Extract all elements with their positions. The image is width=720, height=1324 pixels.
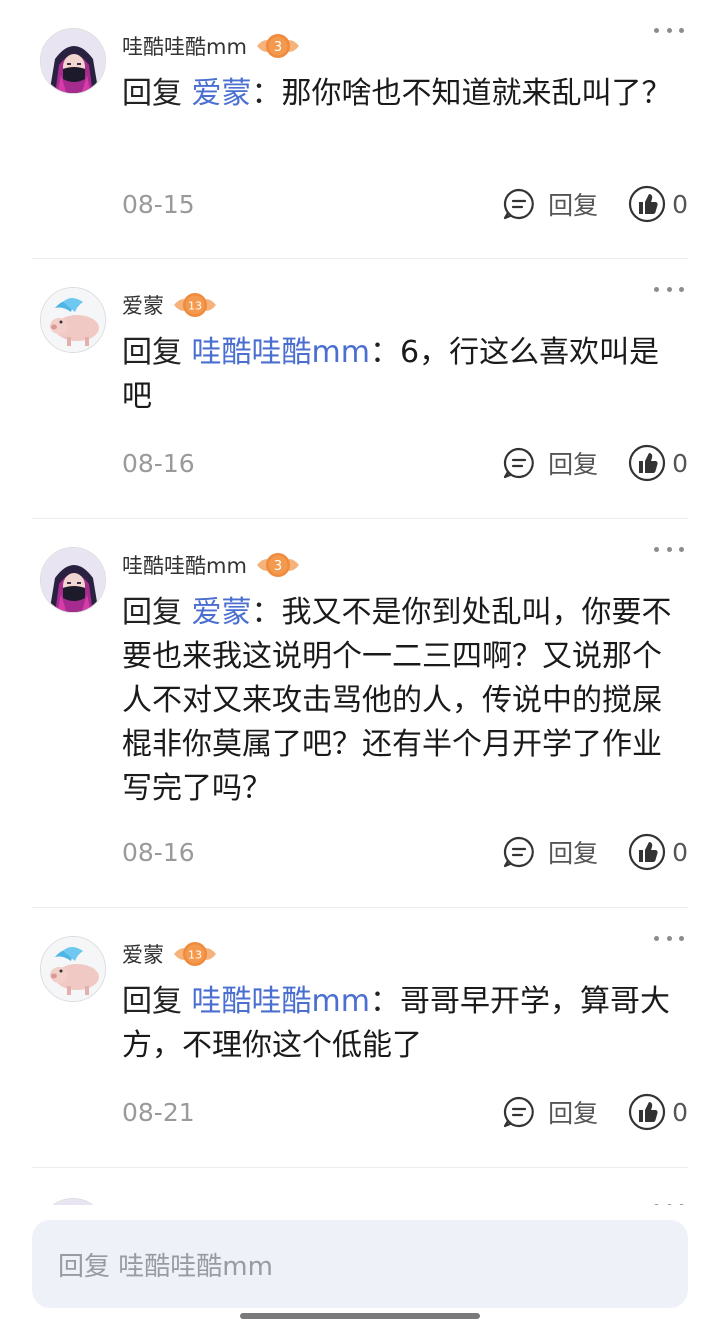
comment-actions: 回复 0 [502, 1093, 688, 1131]
reply-prefix: 回复 [122, 984, 192, 1019]
comment-date: 08-16 [122, 837, 195, 867]
comment-footer: 08-16 回复 0 [122, 443, 688, 483]
svg-text:3: 3 [274, 40, 282, 55]
reply-label: 回复 [548, 839, 599, 868]
username[interactable]: 爱蒙 [122, 290, 164, 320]
username-row: 哇酷哇酷mm 3 [122, 28, 301, 64]
level-badge-icon: 13 [172, 290, 218, 320]
reply-label: 回复 [548, 1099, 599, 1128]
like-count: 0 [672, 448, 688, 478]
comment-footer: 08-16 回复 0 [122, 832, 688, 872]
reply-button[interactable]: 回复 [502, 445, 598, 481]
username-row: 爱蒙 13 [122, 936, 218, 972]
username[interactable]: 哇酷哇酷mm [122, 550, 247, 580]
colon: ： [370, 335, 400, 370]
reply-label: 回复 [548, 450, 599, 479]
home-indicator[interactable] [240, 1313, 480, 1319]
more-options-icon[interactable] [654, 541, 684, 557]
comment-body: 回复 爱蒙：我又不是你到处乱叫，你要不要也来我这说明个一二三四啊？又说那个人不对… [122, 591, 688, 811]
level-badge-icon: 13 [172, 939, 218, 969]
like-count: 0 [672, 189, 688, 219]
comment-body: 回复 哇酷哇酷mm：6，行这么喜欢叫是吧 [122, 331, 688, 419]
comment-item: 哇酷哇酷mm 3 回复 爱蒙：我又不是你到处乱叫，你要不要也来我这说明个一二三四… [32, 519, 688, 908]
username[interactable]: 爱蒙 [122, 939, 164, 969]
reply-button[interactable]: 回复 [502, 1094, 598, 1130]
avatar[interactable] [40, 28, 106, 94]
reply-label: 回复 [548, 191, 599, 220]
reply-button[interactable]: 回复 [502, 186, 598, 222]
comment-body: 回复 爱蒙：那你啥也不知道就来乱叫了？ [122, 72, 688, 116]
username-row: 哇酷哇酷mm 3 [122, 547, 301, 583]
svg-text:13: 13 [188, 300, 202, 313]
comment-actions: 回复 0 [502, 833, 688, 871]
reply-prefix: 回复 [122, 335, 192, 370]
comment-item: 爱蒙 13 回复 哇酷哇酷mm：哥哥早开学，算哥大方，不理你这个低能了 08-2… [32, 908, 688, 1168]
thumbs-up-icon [628, 1093, 666, 1131]
mention-link[interactable]: 哇酷哇酷mm [192, 984, 370, 1019]
reply-icon [503, 1096, 534, 1128]
avatar[interactable] [40, 547, 106, 613]
level-badge-icon: 3 [255, 550, 301, 580]
comment-item: 哇酷哇酷mm 3 回复 爱蒙：那你啥也不知道就来乱叫了？ 08-15 回复 0 [32, 0, 688, 259]
comment-date: 08-21 [122, 1097, 195, 1127]
more-options-icon[interactable] [654, 930, 684, 946]
level-badge-icon: 3 [255, 31, 301, 61]
reply-input[interactable]: 回复 哇酷哇酷mm [32, 1220, 688, 1308]
like-button[interactable]: 0 [628, 185, 688, 223]
mention-link[interactable]: 哇酷哇酷mm [192, 335, 370, 370]
colon: ： [370, 984, 400, 1019]
comment-item-partial [32, 1168, 688, 1205]
username-row: 爱蒙 13 [122, 287, 218, 323]
comment-body: 回复 哇酷哇酷mm：哥哥早开学，算哥大方，不理你这个低能了 [122, 980, 688, 1068]
comment-item: 爱蒙 13 回复 哇酷哇酷mm：6，行这么喜欢叫是吧 08-16 回复 0 [32, 259, 688, 519]
mention-link[interactable]: 爱蒙 [192, 76, 252, 111]
more-options-icon[interactable] [654, 1198, 684, 1205]
thumbs-up-icon [628, 444, 666, 482]
mention-link[interactable]: 爱蒙 [192, 595, 252, 630]
comment-footer: 08-21 回复 0 [122, 1092, 688, 1132]
reply-button[interactable]: 回复 [502, 834, 598, 870]
comment-text: 那你啥也不知道就来乱叫了？ [281, 76, 672, 111]
svg-text:3: 3 [274, 559, 282, 574]
svg-text:13: 13 [188, 949, 202, 962]
like-button[interactable]: 0 [628, 1093, 688, 1131]
comment-footer: 08-15 回复 0 [122, 184, 688, 224]
like-count: 0 [672, 837, 688, 867]
reply-prefix: 回复 [122, 76, 192, 111]
reply-prefix: 回复 [122, 595, 192, 630]
thumbs-up-icon [628, 833, 666, 871]
avatar[interactable] [40, 287, 106, 353]
avatar[interactable] [40, 1198, 106, 1205]
comment-actions: 回复 0 [502, 185, 688, 223]
username[interactable]: 哇酷哇酷mm [122, 31, 247, 61]
thumbs-up-icon [628, 185, 666, 223]
colon: ： [251, 76, 282, 111]
comment-actions: 回复 0 [502, 444, 688, 482]
colon: ： [251, 595, 282, 630]
reply-icon [503, 836, 534, 868]
more-options-icon[interactable] [654, 281, 684, 297]
reply-icon [503, 447, 534, 479]
like-count: 0 [672, 1097, 688, 1127]
comment-date: 08-15 [122, 189, 195, 219]
reply-icon [503, 188, 534, 220]
like-button[interactable]: 0 [628, 833, 688, 871]
like-button[interactable]: 0 [628, 444, 688, 482]
reply-input-placeholder: 回复 哇酷哇酷mm [58, 1251, 273, 1282]
comment-date: 08-16 [122, 448, 195, 478]
avatar[interactable] [40, 936, 106, 1002]
more-options-icon[interactable] [654, 22, 684, 38]
comment-feed: 哇酷哇酷mm 3 回复 爱蒙：那你啥也不知道就来乱叫了？ 08-15 回复 0 … [0, 0, 720, 1205]
